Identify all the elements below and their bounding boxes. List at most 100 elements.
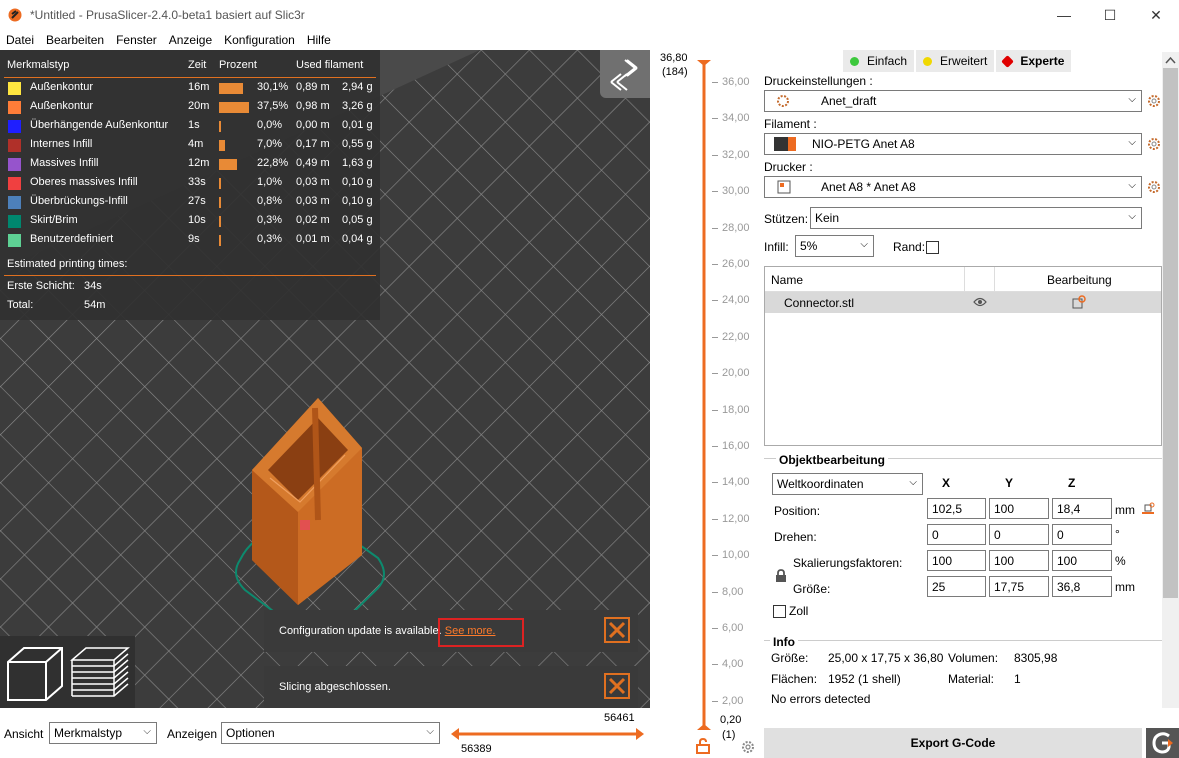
layers-view-icon[interactable]	[70, 644, 130, 702]
print-settings-dropdown[interactable]: Anet_draft ⌵	[764, 90, 1142, 112]
gear-icon[interactable]	[1147, 180, 1161, 194]
column-name[interactable]: Name	[771, 273, 803, 287]
object-manip-title: Objektbearbeitung	[776, 453, 889, 467]
estimated-times-title: Estimated printing times:	[7, 258, 128, 270]
layer-tick-label: 8,00	[722, 585, 744, 598]
rotation-y-input[interactable]: 0	[989, 524, 1049, 545]
legend-row: Außenkontur 20m 37,5% 0,98 m 3,26 g	[0, 98, 380, 117]
gcode-preview-button[interactable]	[1146, 728, 1179, 758]
coordinate-system-dropdown[interactable]: Weltkoordinaten ⌵	[772, 473, 923, 495]
scale-y-input[interactable]: 100	[989, 550, 1049, 571]
print-settings-value: Anet_draft	[821, 94, 877, 108]
inch-checkbox[interactable]	[773, 605, 786, 618]
close-notification-button[interactable]	[604, 617, 630, 643]
mode-expert-button[interactable]: Experte	[996, 50, 1072, 72]
legend-row: Außenkontur 16m 30,1% 0,89 m 2,94 g	[0, 79, 380, 98]
eye-icon[interactable]	[973, 297, 987, 307]
horizontal-move-slider[interactable]	[450, 726, 645, 742]
rotation-z-input[interactable]: 0	[1052, 524, 1112, 545]
scroll-up-icon[interactable]	[1165, 56, 1176, 64]
gear-icon[interactable]	[741, 740, 755, 754]
close-window-button[interactable]: ✕	[1133, 0, 1179, 30]
layer-tick-label: 20,00	[722, 367, 750, 380]
legend-meters: 0,98 m	[296, 100, 330, 112]
mode-simple-label: Einfach	[867, 54, 908, 68]
show-options-dropdown[interactable]: Optionen ⌵	[221, 722, 440, 744]
rotation-x-input[interactable]: 0	[927, 524, 986, 545]
legend-row: Benutzerdefiniert 9s 0,3% 0,01 m 0,04 g	[0, 231, 380, 250]
view-type-dropdown[interactable]: Merkmalstyp ⌵	[49, 722, 157, 744]
unlock-icon[interactable]	[696, 738, 710, 754]
size-label: Größe:	[793, 582, 831, 596]
size-x-input[interactable]: 25	[927, 576, 986, 597]
object-list: Name Bearbeitung Connector.stl	[764, 266, 1162, 446]
layer-tick	[712, 191, 718, 193]
mode-advanced-label: Erweitert	[940, 54, 988, 68]
collapse-sidebar-button[interactable]	[600, 50, 650, 98]
menu-bearbeiten[interactable]: Bearbeiten	[40, 33, 110, 47]
gear-icon[interactable]	[1147, 94, 1161, 108]
position-z-input[interactable]: 18,4	[1052, 498, 1112, 519]
legend-percent-bar	[219, 216, 221, 227]
brim-checkbox[interactable]	[926, 241, 939, 254]
column-edit[interactable]: Bearbeitung	[1047, 273, 1112, 287]
size-y-input[interactable]: 17,75	[989, 576, 1049, 597]
legend-grams: 2,94 g	[342, 81, 373, 93]
position-y-input[interactable]: 100	[989, 498, 1049, 519]
minimize-button[interactable]: —	[1041, 0, 1087, 30]
legend-time: 27s	[188, 195, 206, 207]
double-chevron-icon	[610, 59, 638, 91]
highlight-box	[438, 618, 524, 647]
edit-settings-icon[interactable]	[1072, 295, 1086, 309]
legend-divider	[4, 77, 376, 78]
legend-row: Internes Infill 4m 7,0% 0,17 m 0,55 g	[0, 136, 380, 155]
3d-view-icon[interactable]	[6, 644, 66, 702]
size-z-input[interactable]: 36,8	[1052, 576, 1112, 597]
legend-feature-name: Außenkontur	[30, 100, 93, 112]
sidebar-scroll-thumb[interactable]	[1163, 68, 1178, 598]
supports-dropdown[interactable]: Kein ⌵	[810, 207, 1142, 229]
infill-dropdown[interactable]: 5% ⌵	[795, 235, 874, 257]
gear-icon[interactable]	[1147, 137, 1161, 151]
scale-unit: %	[1115, 554, 1126, 568]
object-name: Connector.stl	[784, 296, 855, 310]
menu-datei[interactable]: Datei	[0, 33, 40, 47]
layer-tick-label: 32,00	[722, 148, 750, 161]
menu-anzeige[interactable]: Anzeige	[163, 33, 218, 47]
legend-percent: 30,1%	[257, 81, 289, 93]
legend-percent: 0,3%	[257, 233, 283, 245]
scale-z-input[interactable]: 100	[1052, 550, 1112, 571]
legend-percent: 22,8%	[257, 157, 289, 169]
layer-tick	[712, 82, 718, 83]
mode-selector: Einfach Erweitert Experte	[843, 50, 1073, 72]
legend-percent-bar	[219, 102, 249, 113]
menu-konfiguration[interactable]: Konfiguration	[218, 33, 301, 47]
first-layer-value: 34s	[84, 280, 102, 292]
mode-simple-button[interactable]: Einfach	[843, 50, 915, 72]
close-notification-button[interactable]	[604, 673, 630, 699]
legend-time: 4m	[188, 138, 204, 150]
layer-tick	[712, 118, 718, 120]
layer-tick-label: 14,00	[722, 476, 750, 489]
menu-hilfe[interactable]: Hilfe	[301, 33, 337, 47]
coordinate-system-value: Weltkoordinaten	[777, 477, 864, 491]
filament-label: Filament :	[764, 117, 817, 131]
legend-feature-name: Außenkontur	[30, 81, 93, 93]
close-icon	[608, 677, 626, 695]
menu-fenster[interactable]: Fenster	[110, 33, 163, 47]
mode-advanced-button[interactable]: Erweitert	[916, 50, 995, 72]
drop-to-bed-icon[interactable]	[1141, 502, 1155, 516]
maximize-button[interactable]: ☐	[1087, 0, 1133, 30]
filament-dropdown[interactable]: NIO-PETG Anet A8 ⌵	[764, 133, 1142, 155]
export-gcode-button[interactable]: Export G-Code	[764, 728, 1142, 758]
axis-x-label: X	[942, 476, 951, 490]
position-x-input[interactable]: 102,5	[927, 498, 986, 519]
print-profile-icon	[777, 95, 789, 107]
printer-dropdown[interactable]: Anet A8 * Anet A8 ⌵	[764, 176, 1142, 198]
scale-x-input[interactable]: 100	[927, 550, 986, 571]
view-mode-icons	[0, 636, 135, 708]
info-material-label: Material:	[948, 672, 995, 686]
lock-icon[interactable]	[775, 569, 787, 583]
object-row[interactable]: Connector.stl	[765, 292, 1161, 313]
layer-slider[interactable]	[694, 56, 714, 736]
